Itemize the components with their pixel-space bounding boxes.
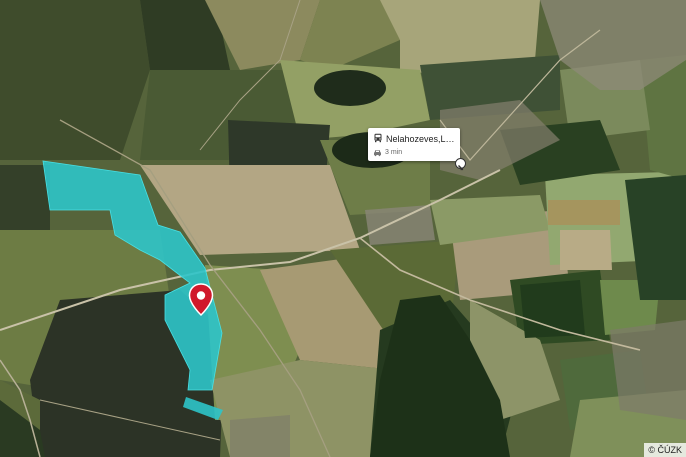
forest — [314, 70, 386, 106]
forest — [520, 280, 585, 338]
car-icon — [373, 144, 382, 162]
aerial-map[interactable] — [0, 0, 686, 457]
bus-stop-marker[interactable] — [455, 158, 466, 171]
bus-stop-icon — [458, 165, 464, 171]
village — [230, 415, 290, 457]
location-pin-icon[interactable] — [187, 283, 215, 317]
village — [610, 320, 686, 420]
field — [560, 230, 612, 270]
field — [548, 200, 620, 225]
field — [0, 0, 150, 160]
transit-popup[interactable]: Nelahozeves,Leš... 3 min — [368, 128, 460, 161]
map-attribution: © ČÚZK — [644, 443, 686, 457]
village — [365, 205, 435, 245]
popup-travel-time: 3 min — [385, 149, 403, 156]
popup-title: Nelahozeves,Leš... — [386, 133, 455, 144]
